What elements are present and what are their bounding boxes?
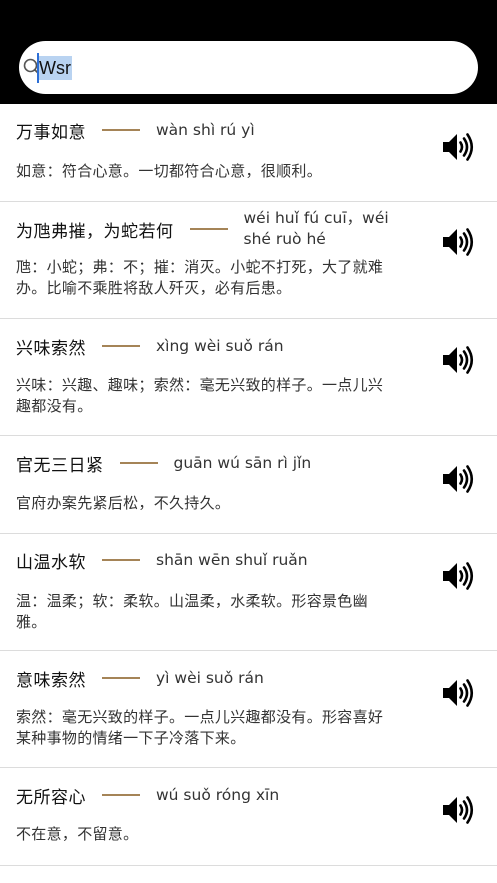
separator-line	[119, 462, 158, 464]
list-item[interactable]: 山温水软 shān wēn shuǐ ruǎn 温：温柔；软：柔软。山温柔，水柔…	[0, 534, 497, 651]
idiom-word: 意味索然	[16, 670, 86, 691]
separator-line	[102, 677, 140, 679]
list-item[interactable]: 无所容心 wú suǒ róng xīn 不在意，不留意。	[0, 768, 497, 866]
speaker-icon[interactable]	[441, 344, 475, 376]
idiom-definition: 索然：毫无兴致的样子。一点儿兴趣都没有。形容喜好某种事物的情绪一下子冷落下来。	[16, 708, 384, 747]
list-item[interactable]: 官无三日紧 guān wú sān rì jǐn 官府办案先紧后松，不久持久。	[0, 436, 497, 534]
separator-line	[102, 794, 140, 796]
separator-line	[102, 559, 140, 561]
list-item[interactable]: 万事如意 wàn shì rú yì 如意：符合心意。一切都符合心意，很顺利。	[0, 104, 497, 202]
speaker-icon[interactable]	[441, 226, 475, 258]
idiom-definition: 不在意，不留意。	[16, 825, 139, 843]
idiom-pinyin: wàn shì rú yì	[156, 120, 255, 139]
header-bar: Wsr	[0, 0, 497, 104]
speaker-icon[interactable]	[441, 131, 475, 163]
idiom-pinyin: guān wú sān rì jǐn	[173, 453, 312, 472]
idiom-definition: 官府办案先紧后松，不久持久。	[16, 494, 231, 512]
idiom-list: 万事如意 wàn shì rú yì 如意：符合心意。一切都符合心意，很顺利。 …	[0, 104, 497, 866]
speaker-icon[interactable]	[441, 560, 475, 592]
idiom-definition: 虺：小蛇；弗：不；摧：消灭。小蛇不打死，大了就难办。比喻不乘胜将敌人歼灭，必有后…	[16, 258, 384, 297]
list-item[interactable]: 为虺弗摧，为蛇若何 wéi huǐ fú cuī，wéi shé ruò hé …	[0, 202, 497, 319]
idiom-word: 无所容心	[16, 787, 86, 808]
list-item[interactable]: 意味索然 yì wèi suǒ rán 索然：毫无兴致的样子。一点儿兴趣都没有。…	[0, 651, 497, 768]
speaker-icon[interactable]	[441, 677, 475, 709]
idiom-word: 官无三日紧	[16, 455, 104, 476]
idiom-pinyin: xìng wèi suǒ rán	[156, 336, 284, 355]
speaker-icon[interactable]	[441, 794, 475, 826]
idiom-word: 为虺弗摧，为蛇若何	[16, 221, 174, 242]
list-item[interactable]: 兴味索然 xìng wèi suǒ rán 兴味：兴趣、趣味；索然：毫无兴致的样…	[0, 319, 497, 436]
idiom-word: 兴味索然	[16, 338, 86, 359]
separator-line	[102, 345, 140, 347]
separator-line	[102, 129, 140, 131]
search-input[interactable]: Wsr	[38, 56, 72, 80]
idiom-definition: 兴味：兴趣、趣味；索然：毫无兴致的样子。一点儿兴趣都没有。	[16, 376, 384, 415]
idiom-pinyin: wéi huǐ fú cuī，wéi shé ruò hé	[243, 209, 389, 248]
idiom-word: 万事如意	[16, 122, 86, 143]
idiom-definition: 如意：符合心意。一切都符合心意，很顺利。	[16, 162, 323, 180]
speaker-icon[interactable]	[441, 463, 475, 495]
idiom-pinyin: yì wèi suǒ rán	[156, 668, 264, 687]
idiom-word: 山温水软	[16, 552, 86, 573]
idiom-pinyin: wú suǒ róng xīn	[156, 785, 280, 804]
idiom-definition: 温：温柔；软：柔软。山温柔，水柔软。形容景色幽雅。	[16, 592, 368, 631]
separator-line	[189, 228, 228, 230]
idiom-pinyin: shān wēn shuǐ ruǎn	[156, 550, 308, 569]
search-bar[interactable]: Wsr	[19, 41, 478, 94]
text-cursor	[37, 53, 39, 83]
